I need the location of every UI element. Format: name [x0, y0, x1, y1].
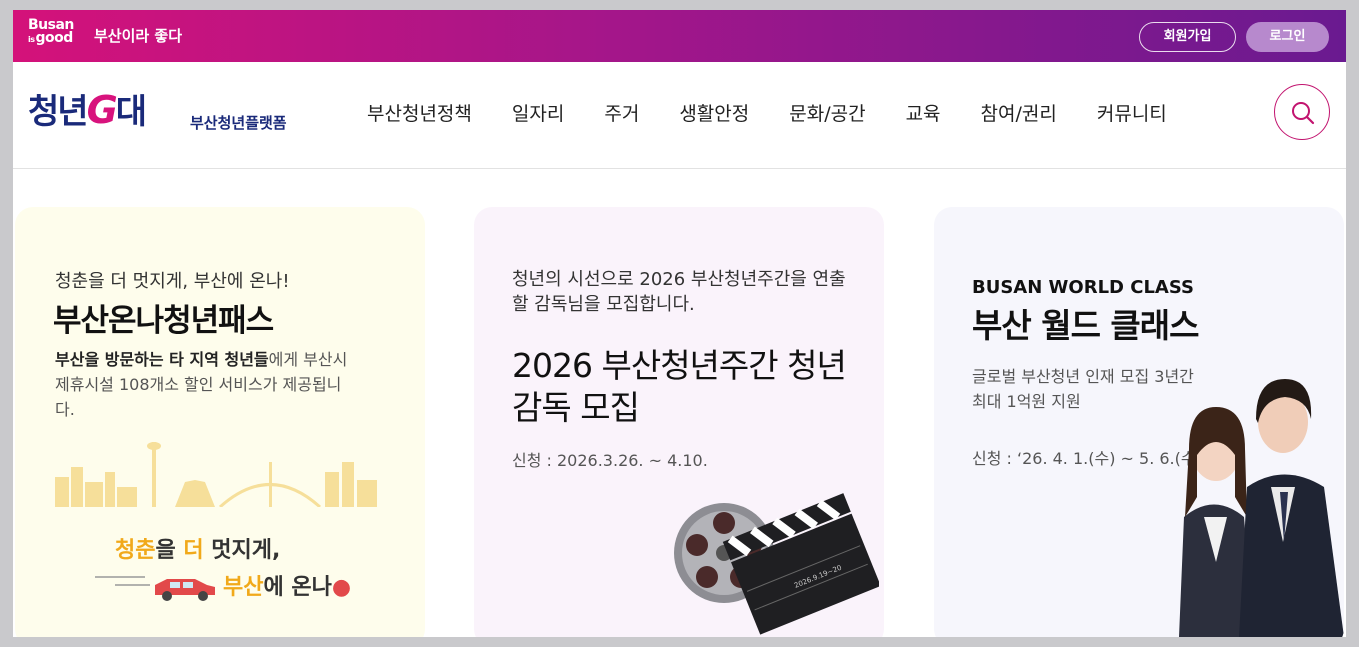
nav-livelihood[interactable]: 생활안정 — [679, 99, 749, 126]
promo-card-world-class[interactable]: BUSAN WORLD CLASS 부산 월드 클래스 글로벌 부산청년 인재 … — [934, 207, 1344, 637]
join-button[interactable]: 회원가입 — [1139, 22, 1236, 52]
busan-skyline-illustration — [55, 442, 377, 507]
nav-jobs[interactable]: 일자리 — [512, 99, 564, 126]
nav-culture-space[interactable]: 문화/공간 — [789, 99, 865, 126]
logo-subtitle: 부산청년플랫폼 — [190, 114, 287, 132]
young-professionals-photo — [1179, 379, 1344, 637]
logo-text-a: 청년 — [28, 92, 89, 132]
card1-deco-a: 청춘 — [115, 538, 156, 563]
header: 청년G대 부산청년플랫폼 부산청년정책 일자리 주거 생활안정 문화/공간 교육… — [13, 62, 1346, 169]
car-icon — [95, 576, 215, 601]
card1-kicker: 청춘을 더 멋지게, 부산에 온나! — [55, 271, 290, 292]
nav-community[interactable]: 커뮤니티 — [1097, 99, 1167, 126]
card1-deco-c: 더 — [183, 538, 204, 563]
card1-deco-line2: 부산에 온나● — [223, 569, 351, 601]
page: Busan isgood 부산이라 좋다 회원가입 로그인 청년G대 부산청년플… — [13, 10, 1346, 637]
card1-deco2-b: 에 온나 — [263, 575, 332, 600]
card1-title: 부산온나청년패스 — [53, 303, 274, 339]
card1-description: 부산을 방문하는 타 지역 청년들에게 부산시 제휴시설 108개소 할인 서비… — [55, 347, 355, 422]
logo-text-b: 대 — [115, 92, 147, 132]
card3-kicker: BUSAN WORLD CLASS — [972, 277, 1194, 298]
promo-card-youth-director[interactable]: 청년의 시선으로 2026 부산청년주간을 연출할 감독님을 모집합니다. 20… — [474, 207, 884, 637]
busan-is-good-logo[interactable]: Busan isgood — [28, 18, 74, 46]
nav-youth-policy[interactable]: 부산청년정책 — [367, 99, 472, 126]
logo-is: is — [28, 35, 35, 44]
main-nav: 부산청년정책 일자리 주거 생활안정 문화/공간 교육 참여/권리 커뮤니티 — [367, 99, 1207, 126]
search-button[interactable] — [1274, 84, 1330, 140]
nav-participation-rights[interactable]: 참여/권리 — [981, 99, 1057, 126]
card2-kicker: 청년의 시선으로 2026 부산청년주간을 연출할 감독님을 모집합니다. — [512, 269, 846, 315]
logo-line2: good — [35, 30, 74, 46]
nav-housing[interactable]: 주거 — [604, 99, 639, 126]
search-icon — [1292, 102, 1315, 125]
nav-education[interactable]: 교육 — [906, 99, 941, 126]
card1-deco-line1: 청춘을 더 멋지게, — [115, 532, 280, 564]
location-pin-icon: ● — [331, 575, 352, 600]
login-button[interactable]: 로그인 — [1246, 22, 1329, 52]
film-clapper-illustration: 2026.9.19~20 — [674, 493, 879, 635]
card1-deco2-a: 부산 — [223, 575, 264, 600]
card1-desc-bold: 부산을 방문하는 타 지역 청년들 — [55, 350, 269, 369]
site-logo[interactable]: 청년G대 부산청년플랫폼 — [28, 84, 287, 134]
card2-title: 2026 부산청년주간 청년감독 모집 — [512, 346, 847, 427]
logo-wordmark: 청년G대 — [28, 88, 147, 132]
promo-card-youth-pass[interactable]: 청춘을 더 멋지게, 부산에 온나! 부산온나청년패스 부산을 방문하는 타 지… — [15, 207, 425, 637]
top-bar: Busan isgood 부산이라 좋다 회원가입 로그인 — [13, 10, 1346, 62]
slogan: 부산이라 좋다 — [94, 27, 183, 45]
card3-title: 부산 월드 클래스 — [972, 306, 1199, 345]
card1-deco-b: 을 — [155, 538, 184, 563]
card1-deco-d: 멋지게, — [203, 538, 281, 563]
logo-g: G — [86, 88, 118, 132]
